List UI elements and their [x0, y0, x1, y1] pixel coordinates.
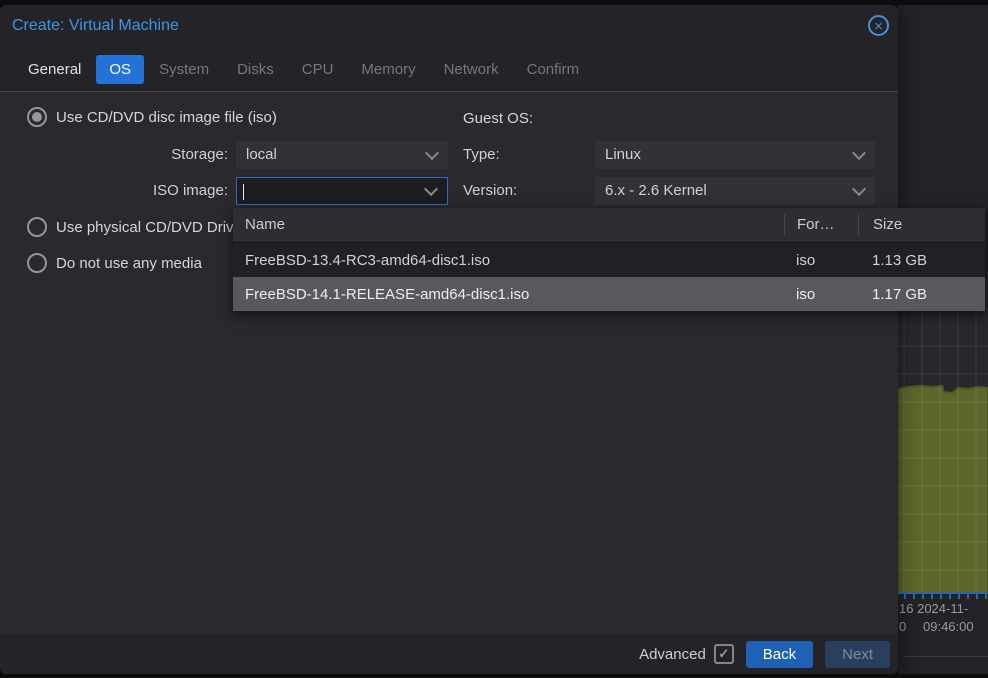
iso-image-combobox[interactable]	[236, 177, 448, 205]
dialog-footer: Advanced ✓ Back Next	[0, 634, 898, 674]
radio-use-iso[interactable]: Use CD/DVD disc image file (iso)	[27, 107, 277, 127]
screen: 16 2024-11- 0 09:46:00 Create: Virtual M…	[0, 0, 988, 678]
page-bottom-strip	[0, 674, 988, 678]
column-header-name[interactable]: Name	[233, 214, 784, 236]
create-vm-dialog: Create: Virtual Machine × General OS Sys…	[0, 5, 898, 674]
chart-x-label-time: 09:46:00	[923, 619, 974, 634]
iso-image-label: ISO image:	[0, 177, 228, 205]
wizard-tabbar: General OS System Disks CPU Memory Netwo…	[0, 47, 898, 91]
tab-confirm: Confirm	[514, 55, 593, 84]
radio-button-icon[interactable]	[27, 217, 47, 237]
axis-tick	[904, 594, 906, 599]
os-type-value: Linux	[605, 146, 641, 163]
tick-date: 2024-11-	[917, 601, 968, 616]
storage-value: local	[246, 146, 277, 163]
guest-os-heading: Guest OS:	[463, 108, 533, 130]
tab-general[interactable]: General	[15, 55, 94, 84]
iso-size: 1.13 GB	[858, 252, 985, 269]
column-header-size[interactable]: Size	[858, 214, 985, 236]
chart-x-label-line2: 0	[899, 619, 906, 634]
tab-system: System	[146, 55, 222, 84]
tab-os[interactable]: OS	[96, 55, 144, 84]
back-button[interactable]: Back	[746, 641, 813, 668]
iso-dropdown-list: Name For… Size FreeBSD-13.4-RC3-amd64-di…	[233, 208, 985, 311]
radio-no-media[interactable]: Do not use any media	[27, 253, 202, 273]
column-header-format[interactable]: For…	[784, 214, 858, 236]
iso-format: iso	[784, 286, 858, 303]
radio-button-icon[interactable]	[27, 107, 47, 127]
background-chart	[898, 311, 988, 593]
tab-network: Network	[431, 55, 512, 84]
dialog-title: Create: Virtual Machine	[12, 5, 179, 47]
background-area-chart	[898, 311, 988, 593]
chevron-down-icon[interactable]	[424, 182, 438, 196]
iso-name: FreeBSD-14.1-RELEASE-amd64-disc1.iso	[233, 286, 784, 303]
radio-physical-drive[interactable]: Use physical CD/DVD Drive	[27, 217, 242, 237]
os-type-select[interactable]: Linux	[595, 141, 875, 169]
next-button: Next	[825, 641, 890, 668]
chevron-down-icon[interactable]	[425, 146, 439, 160]
radio-no-media-label: Do not use any media	[56, 255, 202, 272]
axis-tick	[931, 594, 933, 599]
axis-tick	[913, 594, 915, 599]
advanced-label: Advanced	[639, 646, 706, 663]
dialog-body	[0, 91, 898, 634]
tab-memory: Memory	[348, 55, 428, 84]
chart-x-axis-line	[898, 592, 988, 594]
radio-use-iso-label: Use CD/DVD disc image file (iso)	[56, 109, 277, 126]
dialog-header: Create: Virtual Machine ×	[0, 5, 898, 47]
tick-date-partial: 16	[899, 601, 913, 616]
axis-tick	[967, 594, 969, 599]
tab-disks: Disks	[224, 55, 287, 84]
iso-format: iso	[784, 252, 858, 269]
os-version-select[interactable]: 6.x - 2.6 Kernel	[595, 177, 875, 205]
dropdown-header-row: Name For… Size	[233, 208, 985, 243]
os-version-value: 6.x - 2.6 Kernel	[605, 182, 707, 199]
type-label: Type:	[463, 141, 523, 169]
tab-cpu: CPU	[289, 55, 347, 84]
background-separator	[903, 656, 988, 657]
close-icon[interactable]: ×	[868, 15, 889, 36]
chevron-down-icon[interactable]	[852, 182, 866, 196]
axis-tick	[985, 594, 987, 599]
iso-name: FreeBSD-13.4-RC3-amd64-disc1.iso	[233, 252, 784, 269]
tick-time: 09:46:00	[923, 619, 974, 634]
axis-tick	[958, 594, 960, 599]
radio-button-icon[interactable]	[27, 253, 47, 273]
storage-select[interactable]: local	[236, 141, 448, 169]
axis-tick	[940, 594, 942, 599]
axis-tick	[949, 594, 951, 599]
iso-list-item-highlighted[interactable]: FreeBSD-14.1-RELEASE-amd64-disc1.iso iso…	[233, 277, 985, 311]
advanced-checkbox[interactable]: ✓	[714, 644, 734, 664]
iso-list-item[interactable]: FreeBSD-13.4-RC3-amd64-disc1.iso iso 1.1…	[233, 243, 985, 277]
text-cursor	[243, 184, 244, 200]
page-top-strip	[0, 0, 988, 5]
version-label: Version:	[463, 177, 533, 205]
axis-tick	[922, 594, 924, 599]
storage-label: Storage:	[0, 141, 228, 169]
iso-size: 1.17 GB	[858, 286, 985, 303]
radio-physical-drive-label: Use physical CD/DVD Drive	[56, 219, 242, 236]
chart-x-label-line1: 16 2024-11-	[899, 601, 968, 616]
chevron-down-icon[interactable]	[852, 146, 866, 160]
axis-tick	[976, 594, 978, 599]
tick-time-partial: 0	[899, 619, 906, 634]
